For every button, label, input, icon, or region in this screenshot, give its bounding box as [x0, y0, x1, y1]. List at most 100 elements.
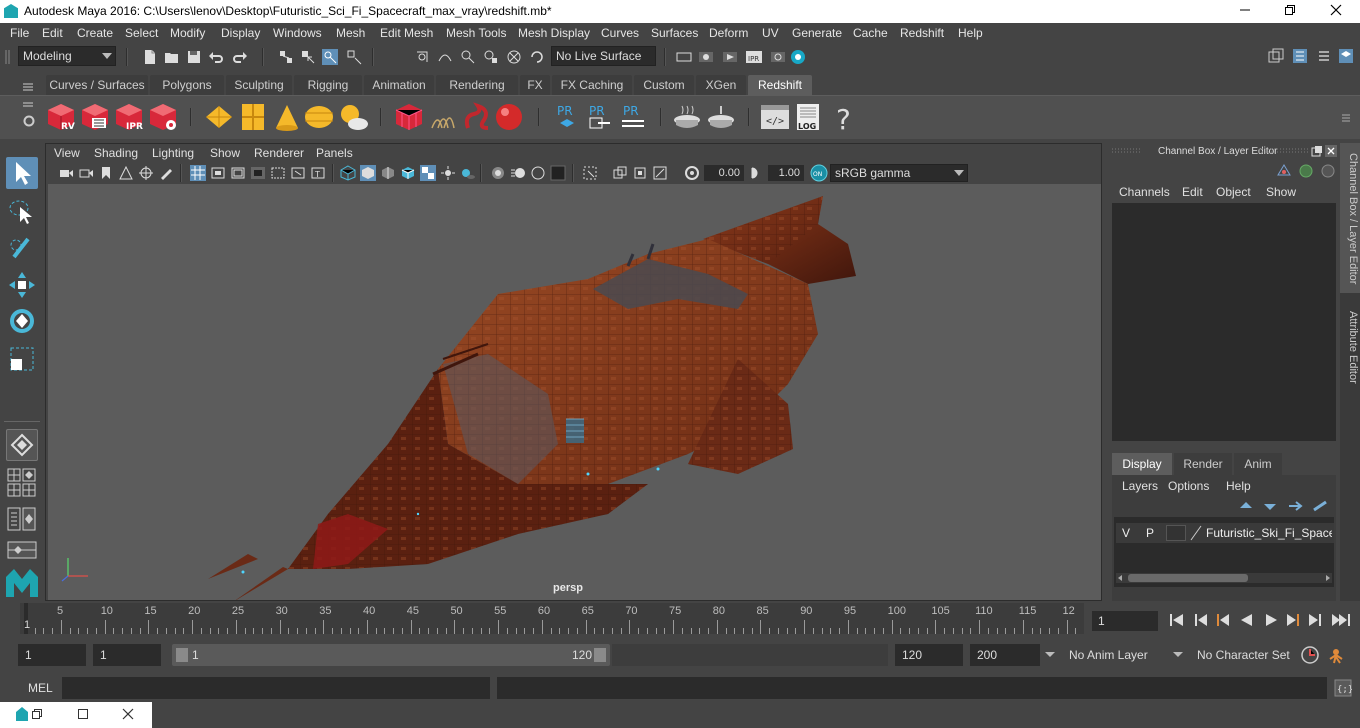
ipr-render-icon[interactable]: IPR: [746, 49, 762, 65]
menu-edit-mesh[interactable]: Edit Mesh: [380, 26, 433, 40]
shelf-settings-icon[interactable]: [22, 114, 36, 128]
redshift-material-icon[interactable]: [494, 102, 524, 132]
layer-display-type-icon[interactable]: [1190, 525, 1202, 541]
go-to-end-icon[interactable]: [1330, 612, 1352, 628]
wireframe-icon[interactable]: [340, 165, 356, 181]
menu-edit[interactable]: Edit: [42, 26, 63, 40]
xray-joints-icon[interactable]: [652, 165, 668, 181]
safe-title-icon[interactable]: T: [310, 165, 326, 181]
layer-menu-layers[interactable]: Layers: [1122, 479, 1158, 493]
restore-icon[interactable]: [31, 708, 43, 720]
exposure-icon[interactable]: [684, 165, 700, 181]
redshift-script-icon[interactable]: </>: [760, 102, 790, 132]
channel-box-key-icon[interactable]: [1276, 163, 1292, 179]
move-layer-down-icon[interactable]: [1262, 500, 1278, 512]
textured-icon[interactable]: [420, 165, 436, 181]
redshift-volume-icon[interactable]: [462, 102, 492, 132]
grease-pencil-icon[interactable]: [158, 165, 174, 181]
rotate-tool-button[interactable]: [6, 305, 38, 337]
redo-icon[interactable]: [232, 49, 248, 65]
camera-select-icon[interactable]: [58, 165, 74, 181]
panel-drag-handle-icon[interactable]: [1259, 147, 1309, 155]
shelf-scroll-icon[interactable]: [1340, 112, 1352, 124]
redshift-render-settings-icon[interactable]: [148, 102, 178, 132]
channel-menu-edit[interactable]: Edit: [1182, 185, 1203, 199]
chevron-down-icon[interactable]: [1044, 650, 1056, 660]
play-forwards-icon[interactable]: [1262, 612, 1280, 628]
range-start-handle[interactable]: [176, 648, 188, 662]
attribute-editor-toggle-icon[interactable]: [1292, 48, 1308, 64]
tab-fx-caching[interactable]: FX Caching: [552, 75, 632, 95]
single-perspective-view-button[interactable]: [6, 429, 38, 461]
menu-mesh[interactable]: Mesh: [336, 26, 365, 40]
redshift-render-view-icon[interactable]: RV: [46, 102, 76, 132]
wireframe-on-shaded-icon[interactable]: [400, 165, 416, 181]
redshift-area-light-icon[interactable]: [204, 102, 234, 132]
depth-of-field-icon[interactable]: [550, 165, 566, 181]
auto-key-icon[interactable]: [1300, 645, 1320, 665]
character-set-dropdown[interactable]: No Character Set: [1192, 644, 1292, 666]
float-panel-icon[interactable]: [1311, 145, 1323, 157]
input-output-icon[interactable]: [676, 49, 692, 65]
channel-list-area[interactable]: [1112, 203, 1336, 441]
select-hierarchy-icon[interactable]: [278, 49, 294, 65]
render-settings-icon[interactable]: [770, 49, 786, 65]
new-layer-icon[interactable]: [1288, 500, 1304, 512]
smooth-shade-icon[interactable]: [360, 165, 376, 181]
animation-preferences-icon[interactable]: [1328, 645, 1350, 665]
tab-rigging[interactable]: Rigging: [294, 75, 362, 95]
new-scene-icon[interactable]: [142, 49, 158, 65]
menu-redshift[interactable]: Redshift: [900, 26, 944, 40]
exposure-field[interactable]: 0.00: [704, 165, 744, 181]
tool-settings-toggle-icon[interactable]: [1316, 48, 1332, 64]
safe-action-icon[interactable]: [290, 165, 306, 181]
snap-live-icon[interactable]: [506, 49, 522, 65]
menu-curves[interactable]: Curves: [601, 26, 639, 40]
redshift-portal-light-icon[interactable]: [238, 102, 268, 132]
redshift-batch-render-icon[interactable]: [80, 102, 110, 132]
go-to-start-icon[interactable]: [1168, 612, 1186, 628]
scroll-left-icon[interactable]: [1116, 573, 1124, 583]
hypershade-icon[interactable]: [790, 49, 806, 65]
viewport-menu-renderer[interactable]: Renderer: [254, 146, 304, 160]
layout-outliner-icon[interactable]: [7, 507, 37, 531]
play-backwards-icon[interactable]: [1238, 612, 1256, 628]
layer-tab-display[interactable]: Display: [1112, 453, 1172, 475]
bookmark-icon[interactable]: [98, 165, 114, 181]
scene-start-field[interactable]: 1: [18, 644, 86, 666]
viewport-menu-show[interactable]: Show: [210, 146, 240, 160]
command-input[interactable]: [62, 677, 490, 699]
select-component-icon[interactable]: [322, 49, 338, 65]
close-panel-icon[interactable]: [1325, 145, 1337, 157]
panel-drag-handle-icon[interactable]: [1112, 147, 1142, 155]
select-by-component-icon[interactable]: [346, 49, 362, 65]
snap-curve-icon[interactable]: [437, 49, 453, 65]
current-frame-field[interactable]: 1: [1092, 611, 1158, 631]
channel-box-toggle-icon[interactable]: [1338, 48, 1354, 64]
channel-box-sync-icon[interactable]: [1298, 163, 1314, 179]
redshift-bake-icon[interactable]: [672, 102, 702, 132]
menu-mesh-display[interactable]: Mesh Display: [518, 26, 590, 40]
default-material-icon[interactable]: [380, 165, 396, 181]
screen-space-ao-icon[interactable]: [490, 165, 506, 181]
close-button[interactable]: [1313, 0, 1359, 23]
scrollbar-thumb[interactable]: [1128, 574, 1248, 582]
anti-aliasing-icon[interactable]: [530, 165, 546, 181]
viewport-menu-shading[interactable]: Shading: [94, 146, 138, 160]
redshift-hair-icon[interactable]: [428, 102, 458, 132]
open-scene-icon[interactable]: [164, 49, 180, 65]
redshift-help-icon[interactable]: ?: [830, 102, 860, 132]
playback-start-field[interactable]: 1: [93, 644, 161, 666]
xray-icon[interactable]: [612, 165, 628, 181]
lasso-tool-button[interactable]: [6, 195, 38, 227]
move-tool-button[interactable]: [6, 269, 38, 301]
layout-two-view-icon[interactable]: [7, 483, 37, 497]
film-gate-icon[interactable]: [210, 165, 226, 181]
menu-surfaces[interactable]: Surfaces: [651, 26, 698, 40]
anim-layer-dropdown[interactable]: No Anim Layer: [1064, 644, 1164, 666]
move-layer-up-icon[interactable]: [1238, 500, 1254, 512]
scene-end-field[interactable]: 200: [970, 644, 1040, 666]
snap-view-plane-icon[interactable]: [483, 49, 499, 65]
xray-active-icon[interactable]: [632, 165, 648, 181]
menu-help[interactable]: Help: [958, 26, 983, 40]
